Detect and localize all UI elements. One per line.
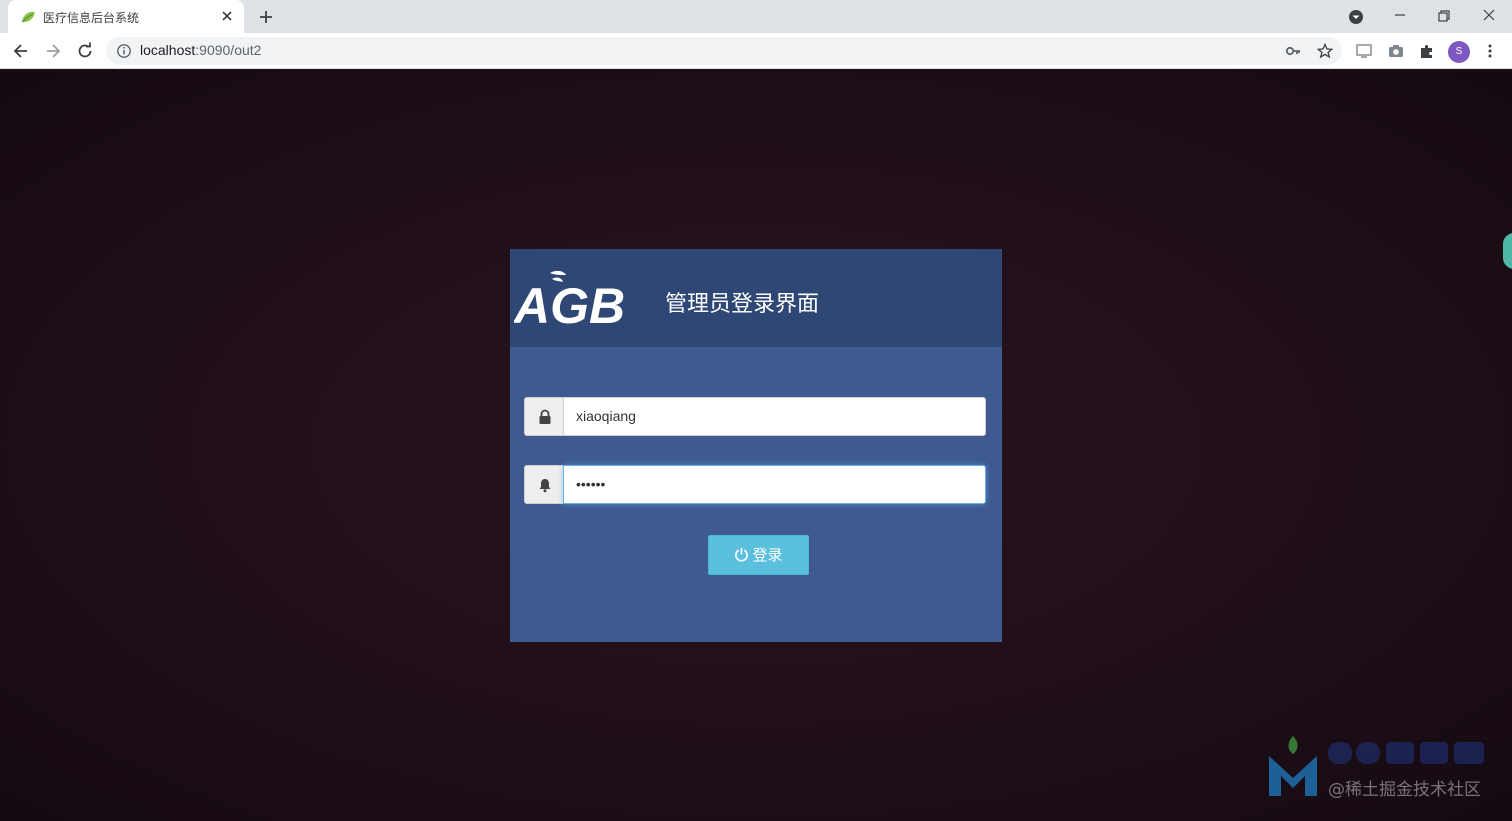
back-icon[interactable]: [11, 41, 31, 61]
close-tab-icon[interactable]: [219, 8, 235, 24]
lock-icon: [539, 409, 551, 424]
password-addon: [524, 465, 564, 504]
address-bar[interactable]: localhost:9090/out2: [106, 37, 1342, 65]
menu-kebab-icon[interactable]: [1481, 42, 1499, 60]
forward-icon[interactable]: [43, 41, 63, 61]
leaf-favicon-icon: [21, 11, 35, 23]
bookmark-star-icon[interactable]: [1317, 43, 1333, 59]
page-content: AGB 管理员登录界面 xiaoqiang •••••• 登录 @稀土掘金技术社…: [0, 70, 1512, 821]
side-floating-tab[interactable]: [1503, 233, 1512, 269]
tab-strip: 医疗信息后台系统: [0, 0, 1512, 33]
key-icon[interactable]: [1285, 43, 1301, 59]
new-tab-icon[interactable]: [256, 7, 276, 27]
site-info-icon[interactable]: [116, 43, 132, 59]
password-input[interactable]: ••••••: [563, 465, 986, 504]
agb-logo: AGB: [514, 270, 625, 329]
minimize-icon[interactable]: [1389, 5, 1411, 27]
close-window-icon[interactable]: [1478, 5, 1500, 27]
power-icon: [735, 547, 749, 562]
login-header: AGB 管理员登录界面: [510, 249, 1002, 347]
username-field: xiaoqiang: [524, 397, 986, 436]
extensions-puzzle-icon[interactable]: [1418, 42, 1436, 60]
bell-icon: [539, 479, 551, 493]
cast-icon[interactable]: [1355, 42, 1373, 60]
url-text: localhost:9090/out2: [140, 42, 262, 58]
reload-icon[interactable]: [75, 41, 95, 61]
tab-search-icon[interactable]: [1345, 6, 1367, 28]
browser-toolbar: localhost:9090/out2 S: [0, 33, 1512, 69]
login-button-label: 登录: [752, 546, 783, 564]
username-input[interactable]: xiaoqiang: [563, 397, 986, 436]
logo-text: AGB: [514, 278, 625, 329]
username-addon: [524, 397, 564, 436]
login-button[interactable]: 登录: [708, 535, 809, 575]
login-panel: AGB 管理员登录界面 xiaoqiang •••••• 登录: [510, 249, 1002, 642]
browser-tab[interactable]: 医疗信息后台系统: [8, 0, 244, 33]
login-title: 管理员登录界面: [665, 292, 820, 317]
password-field: ••••••: [524, 465, 986, 504]
profile-avatar[interactable]: S: [1448, 41, 1470, 63]
watermark-text: @稀土掘金技术社区: [1328, 780, 1481, 800]
camera-icon[interactable]: [1387, 42, 1405, 60]
watermark-brand-mark: [1328, 742, 1484, 764]
tab-title: 医疗信息后台系统: [43, 11, 140, 25]
restore-icon[interactable]: [1433, 5, 1455, 27]
watermark-logo-icon: [1269, 736, 1317, 796]
